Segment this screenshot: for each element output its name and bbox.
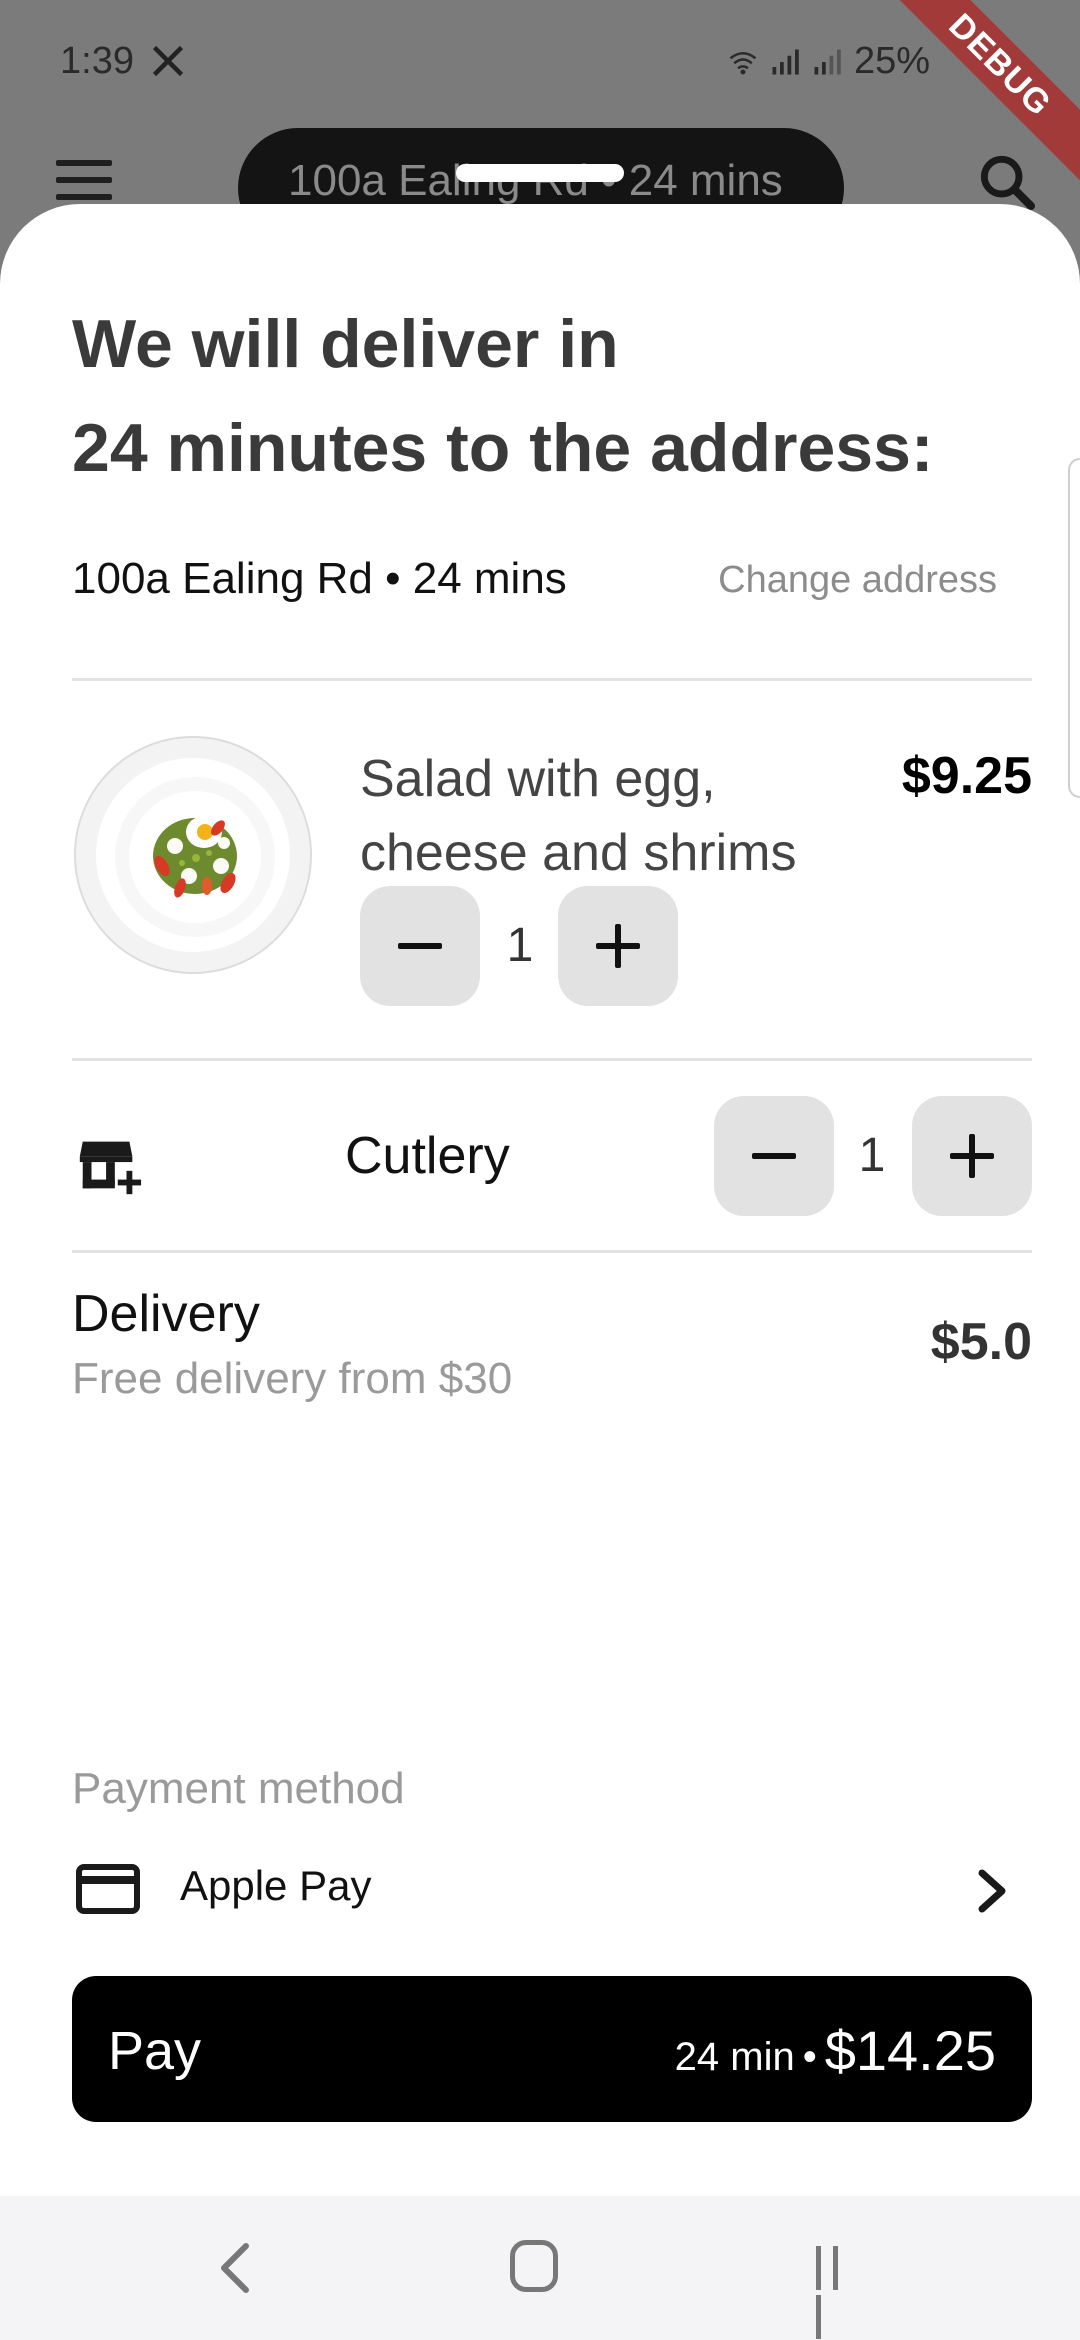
divider	[72, 1250, 1032, 1253]
back-icon[interactable]	[214, 2240, 254, 2296]
item-name-line-1: Salad with egg,	[360, 750, 716, 808]
pay-button-label: Pay	[108, 2021, 202, 2081]
pay-button[interactable]: Pay 24 min • $14.25	[72, 1976, 1032, 2122]
signal-icon-2	[814, 49, 841, 74]
divider	[72, 678, 1032, 681]
pay-button-total: $14.25	[824, 2019, 996, 2082]
plus-icon-v	[615, 924, 621, 968]
divider	[72, 1058, 1032, 1061]
salad-plate-image	[115, 777, 275, 937]
headline-line-1: We will deliver in	[72, 306, 619, 382]
delivery-subtitle: Free delivery from $30	[72, 1354, 513, 1403]
navigation-bar	[0, 2196, 1080, 2340]
payment-method-label: Payment method	[72, 1764, 405, 1813]
cutlery-label: Cutlery	[345, 1127, 510, 1185]
status-bar: 1:39 25%	[0, 0, 1080, 130]
payment-method-value: Apple Pay	[180, 1862, 372, 1909]
cutlery-decrease-button[interactable]	[714, 1096, 834, 1216]
delivery-price: $5.0	[930, 1313, 1032, 1371]
pay-button-separator: •	[802, 2035, 817, 2079]
status-indicators: 25%	[728, 40, 930, 83]
battery-level: 25%	[853, 40, 930, 82]
delivery-title: Delivery	[72, 1285, 260, 1343]
minus-icon	[752, 1153, 796, 1159]
store-add-icon	[79, 1141, 142, 1195]
credit-card-icon	[76, 1864, 140, 1914]
status-time: 1:39	[60, 40, 134, 82]
home-icon[interactable]	[510, 2240, 558, 2292]
recent-apps-icon[interactable]	[816, 2246, 860, 2339]
item-image	[74, 736, 312, 974]
item-name-line-2: cheese and shrims	[360, 824, 797, 882]
item-increase-button[interactable]	[558, 886, 678, 1006]
x-app-icon	[152, 45, 184, 77]
cutlery-quantity: 1	[858, 1129, 886, 1182]
cutlery-increase-button[interactable]	[912, 1096, 1032, 1216]
change-address-link[interactable]: Change address	[718, 559, 997, 602]
sheet-drag-handle[interactable]	[456, 164, 624, 182]
item-price: $9.25	[901, 747, 1032, 805]
plus-icon-v	[969, 1134, 975, 1178]
wifi-icon	[729, 51, 757, 74]
delivery-address: 100a Ealing Rd • 24 mins	[72, 554, 567, 603]
chevron-right-icon	[978, 1869, 1006, 1913]
item-decrease-button[interactable]	[360, 886, 480, 1006]
item-quantity: 1	[506, 919, 534, 972]
pay-button-summary: 24 min • $14.25	[675, 2018, 996, 2083]
checkout-sheet: We will deliver in 24 minutes to the add…	[0, 204, 1080, 2204]
headline-line-2: 24 minutes to the address:	[72, 410, 934, 486]
menu-icon[interactable]	[56, 160, 112, 200]
delivery-headline: We will deliver in 24 minutes to the add…	[72, 292, 1032, 500]
item-name: Salad with egg, cheese and shrims	[360, 742, 880, 890]
signal-icon	[772, 49, 799, 74]
side-edge-handle[interactable]	[1068, 458, 1080, 798]
pay-button-time: 24 min	[674, 2035, 795, 2079]
minus-icon	[398, 943, 442, 949]
